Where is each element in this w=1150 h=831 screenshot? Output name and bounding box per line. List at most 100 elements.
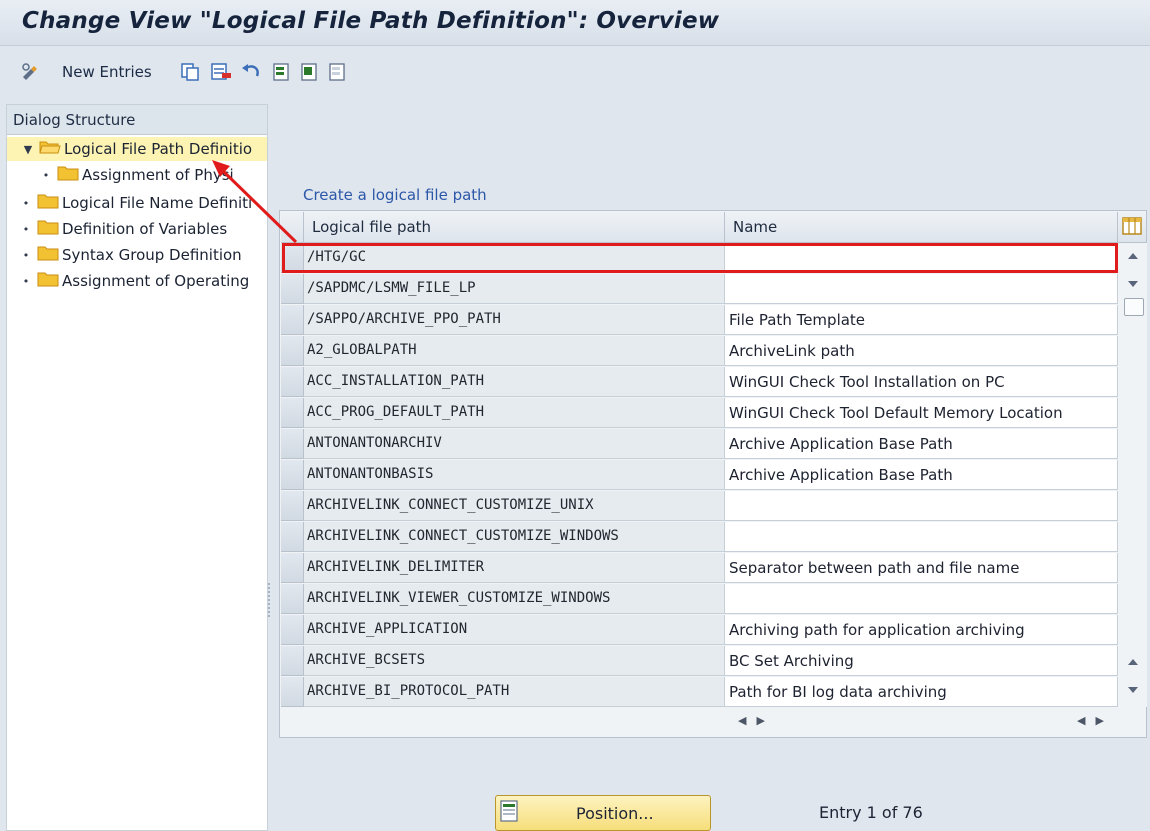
row-selector[interactable] bbox=[281, 522, 304, 552]
row-selector[interactable] bbox=[281, 398, 304, 428]
cell-name[interactable]: Archive Application Base Path bbox=[725, 460, 1118, 490]
cell-logical-file-path[interactable]: A2_GLOBALPATH bbox=[304, 336, 725, 366]
cell-logical-file-path[interactable]: /SAPDMC/LSMW_FILE_LP bbox=[304, 274, 725, 304]
title-bar: Change View "Logical File Path Definitio… bbox=[0, 0, 1150, 46]
cell-name[interactable]: WinGUI Check Tool Installation on PC bbox=[725, 367, 1118, 397]
cell-name[interactable]: BC Set Archiving bbox=[725, 646, 1118, 676]
position-button[interactable]: Position... bbox=[495, 795, 711, 831]
tree-item-label: Assignment of Physi bbox=[82, 166, 234, 184]
scroll-up-icon[interactable] bbox=[1126, 250, 1140, 262]
scroll-left-icon[interactable]: ◀ bbox=[738, 714, 746, 727]
bullet-icon: • bbox=[22, 196, 30, 210]
bullet-icon: • bbox=[22, 222, 30, 236]
cell-name[interactable]: Archiving path for application archiving bbox=[725, 615, 1118, 645]
tree-item-label: Assignment of Operating bbox=[62, 272, 250, 290]
row-selector[interactable] bbox=[281, 274, 304, 304]
cell-logical-file-path[interactable]: ARCHIVELINK_CONNECT_CUSTOMIZE_UNIX bbox=[304, 491, 725, 521]
scroll-right-icon[interactable]: ▶ bbox=[1095, 714, 1103, 727]
cell-name[interactable] bbox=[725, 522, 1118, 552]
highlighted-row-frame bbox=[282, 243, 1118, 273]
tree-item-assignment-of-operating[interactable]: • Assignment of Operating bbox=[7, 269, 267, 293]
cell-logical-file-path[interactable]: ARCHIVE_APPLICATION bbox=[304, 615, 725, 645]
folder-icon bbox=[37, 245, 59, 265]
display-change-icon[interactable] bbox=[20, 61, 42, 83]
select-block-icon[interactable] bbox=[300, 61, 320, 83]
row-selector[interactable] bbox=[281, 553, 304, 583]
row-selector[interactable] bbox=[281, 615, 304, 645]
row-selector[interactable] bbox=[281, 336, 304, 366]
cell-logical-file-path[interactable]: ARCHIVELINK_CONNECT_CUSTOMIZE_WINDOWS bbox=[304, 522, 725, 552]
bullet-icon: • bbox=[22, 248, 30, 262]
column-header-name[interactable]: Name bbox=[725, 212, 1118, 243]
cell-logical-file-path[interactable]: ACC_PROG_DEFAULT_PATH bbox=[304, 398, 725, 428]
cell-logical-file-path[interactable]: /SAPPO/ARCHIVE_PPO_PATH bbox=[304, 305, 725, 335]
select-all-icon[interactable] bbox=[272, 61, 292, 83]
bullet-icon: • bbox=[42, 168, 50, 182]
expand-triangle-icon[interactable]: ▼ bbox=[21, 143, 35, 156]
table-settings-icon[interactable] bbox=[1120, 214, 1144, 238]
position-icon bbox=[500, 800, 520, 828]
tree-item-syntax-group-definition[interactable]: • Syntax Group Definition bbox=[7, 243, 267, 267]
horizontal-scroll-name[interactable]: ◀ ▶ bbox=[738, 710, 765, 730]
window-title: Change View "Logical File Path Definitio… bbox=[22, 8, 720, 34]
scroll-thumb[interactable] bbox=[1124, 298, 1144, 316]
cell-logical-file-path[interactable]: ARCHIVELINK_VIEWER_CUSTOMIZE_WINDOWS bbox=[304, 584, 725, 614]
delete-icon[interactable] bbox=[210, 61, 232, 83]
application-toolbar: New Entries bbox=[0, 47, 1150, 97]
tree-item-label: Syntax Group Definition bbox=[62, 246, 242, 264]
folder-icon bbox=[57, 165, 79, 185]
position-button-label: Position... bbox=[576, 804, 654, 823]
tree-item-definition-of-variables[interactable]: • Definition of Variables bbox=[7, 217, 267, 241]
row-selector[interactable] bbox=[281, 677, 304, 707]
open-folder-icon bbox=[39, 139, 61, 159]
folder-icon bbox=[37, 219, 59, 239]
cell-name[interactable] bbox=[725, 491, 1118, 521]
column-header-logical-file-path[interactable]: Logical file path bbox=[304, 212, 725, 243]
cell-name[interactable]: File Path Template bbox=[725, 305, 1118, 335]
horizontal-scroll-table[interactable]: ◀ ▶ bbox=[1077, 710, 1104, 730]
row-selector[interactable] bbox=[281, 367, 304, 397]
select-all-rows-button[interactable] bbox=[281, 212, 304, 243]
row-selector[interactable] bbox=[281, 429, 304, 459]
tree-item-label: Definition of Variables bbox=[62, 220, 228, 238]
scroll-left-icon[interactable]: ◀ bbox=[1077, 714, 1085, 727]
folder-icon bbox=[37, 271, 59, 291]
page-down-icon[interactable] bbox=[1126, 684, 1140, 696]
bullet-icon: • bbox=[22, 274, 30, 288]
scroll-down-icon[interactable] bbox=[1126, 278, 1140, 290]
tree-item-label: Logical File Path Definitio bbox=[64, 140, 253, 158]
row-selector[interactable] bbox=[281, 460, 304, 490]
create-logical-file-path-link[interactable]: Create a logical file path bbox=[303, 186, 487, 204]
page-up-icon[interactable] bbox=[1126, 656, 1140, 668]
cell-logical-file-path[interactable]: ARCHIVE_BCSETS bbox=[304, 646, 725, 676]
cell-name[interactable]: WinGUI Check Tool Default Memory Locatio… bbox=[725, 398, 1118, 428]
new-entries-button[interactable]: New Entries bbox=[62, 61, 152, 83]
cell-logical-file-path[interactable]: ARCHIVE_BI_PROTOCOL_PATH bbox=[304, 677, 725, 707]
cell-logical-file-path[interactable]: ACC_INSTALLATION_PATH bbox=[304, 367, 725, 397]
new-entries-label: New Entries bbox=[62, 63, 152, 81]
cell-logical-file-path[interactable]: ARCHIVELINK_DELIMITER bbox=[304, 553, 725, 583]
undo-icon[interactable] bbox=[240, 61, 262, 83]
tree-item-label: Logical File Name Definiti bbox=[62, 194, 253, 212]
deselect-all-icon[interactable] bbox=[328, 61, 348, 83]
row-selector[interactable] bbox=[281, 305, 304, 335]
cell-name[interactable]: Path for BI log data archiving bbox=[725, 677, 1118, 707]
copy-icon[interactable] bbox=[180, 61, 200, 83]
dialog-structure-header: Dialog Structure bbox=[7, 105, 267, 135]
tree-item-logical-file-path-definition[interactable]: ▼ Logical File Path Definitio bbox=[7, 137, 267, 161]
scroll-right-icon[interactable]: ▶ bbox=[756, 714, 764, 727]
cell-name[interactable]: Separator between path and file name bbox=[725, 553, 1118, 583]
cell-name[interactable] bbox=[725, 584, 1118, 614]
entry-count: Entry 1 of 76 bbox=[819, 803, 923, 822]
cell-logical-file-path[interactable]: ANTONANTONARCHIV bbox=[304, 429, 725, 459]
row-selector[interactable] bbox=[281, 491, 304, 521]
row-selector[interactable] bbox=[281, 646, 304, 676]
cell-name[interactable]: ArchiveLink path bbox=[725, 336, 1118, 366]
cell-name[interactable]: Archive Application Base Path bbox=[725, 429, 1118, 459]
cell-name[interactable] bbox=[725, 274, 1118, 304]
tree-item-logical-file-name-definition[interactable]: • Logical File Name Definiti bbox=[7, 191, 267, 215]
cell-logical-file-path[interactable]: ANTONANTONBASIS bbox=[304, 460, 725, 490]
row-selector[interactable] bbox=[281, 584, 304, 614]
tree-item-assignment-of-physical[interactable]: • Assignment of Physi bbox=[7, 163, 267, 187]
dialog-structure-panel: Dialog Structure ▼ Logical File Path Def… bbox=[6, 104, 268, 831]
